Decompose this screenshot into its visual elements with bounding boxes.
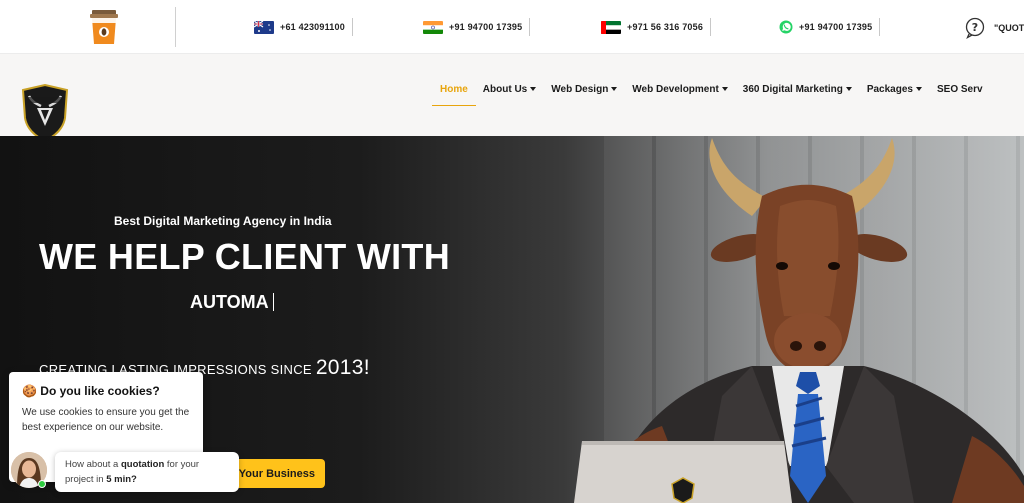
typed-word: AUTOMA [190, 292, 269, 312]
cta-button[interactable]: Your Business [231, 459, 325, 488]
nav-item-web-development[interactable]: Web Development [632, 84, 728, 95]
nav-item-home[interactable]: Home [432, 84, 476, 106]
phone-number: +91 94700 17395 [449, 22, 523, 32]
bull-businessman-image [574, 138, 1024, 503]
site-header: Home About Us Web Design Web Development… [0, 54, 1024, 142]
coffee-cup-icon[interactable] [89, 8, 119, 46]
caret-down-icon [530, 87, 537, 91]
chat-prefix: How about a [65, 459, 119, 470]
quote-label: "QUOTE [994, 23, 1024, 33]
contact-whatsapp[interactable]: +91 94700 17395 [779, 18, 881, 36]
phone-number: +971 56 316 7056 [627, 22, 704, 32]
cookie-icon: 🍪 [22, 384, 37, 398]
whatsapp-icon [779, 20, 793, 34]
hero-headline: WE HELP CLIENT WITH [39, 236, 451, 277]
contact-phone-uae[interactable]: +971 56 316 7056 [601, 18, 712, 36]
chat-question-icon: ? [965, 17, 985, 39]
divider [879, 18, 881, 36]
nav-item-packages[interactable]: Packages [867, 84, 922, 95]
chat-highlight-quotation: quotation [120, 459, 165, 470]
nav-item-360-digital-marketing[interactable]: 360 Digital Marketing [743, 84, 852, 95]
caret-down-icon [915, 87, 922, 91]
hero-subtitle: Best Digital Marketing Agency in India [114, 214, 332, 228]
caret-down-icon [721, 87, 728, 91]
nav-item-about-us[interactable]: About Us [483, 84, 537, 95]
divider [351, 18, 353, 36]
contact-phone-australia[interactable]: +61 423091100 [254, 18, 353, 36]
uae-flag-icon [601, 20, 621, 34]
india-flag-icon [423, 20, 443, 34]
company-logo[interactable] [19, 84, 71, 142]
nav-item-web-design[interactable]: Web Design [551, 84, 618, 95]
cookie-message: We use cookies to ensure you get the bes… [22, 407, 190, 433]
divider [529, 18, 531, 36]
contact-bar: +61 423091100 +91 94700 17395 +971 56 31… [0, 0, 1024, 54]
quote-link[interactable]: ? "QUOTE [964, 17, 1024, 39]
caret-down-icon [845, 87, 852, 91]
contact-phone-india[interactable]: +91 94700 17395 [423, 18, 531, 36]
australia-flag-icon [254, 20, 274, 34]
divider [175, 7, 176, 47]
cookie-title-text: Do you like cookies? [40, 384, 160, 398]
online-status-dot [38, 480, 46, 488]
phone-number: +91 94700 17395 [799, 22, 873, 32]
since-year: 2013! [315, 356, 370, 379]
text-cursor [272, 293, 274, 311]
caret-down-icon [611, 87, 618, 91]
cookie-title: 🍪 Do you like cookies? [22, 384, 160, 398]
divider [710, 18, 712, 36]
typed-text: AUTOMA [190, 292, 274, 313]
nav-item-seo-services[interactable]: SEO Serv [937, 84, 983, 95]
chat-highlight-time: 5 min? [106, 474, 137, 485]
svg-text:?: ? [972, 21, 978, 34]
quote-chat-bubble[interactable]: How about a quotation for your project i… [55, 452, 239, 492]
main-navigation: Home About Us Web Design Web Development… [432, 79, 998, 106]
phone-number: +61 423091100 [280, 22, 345, 32]
